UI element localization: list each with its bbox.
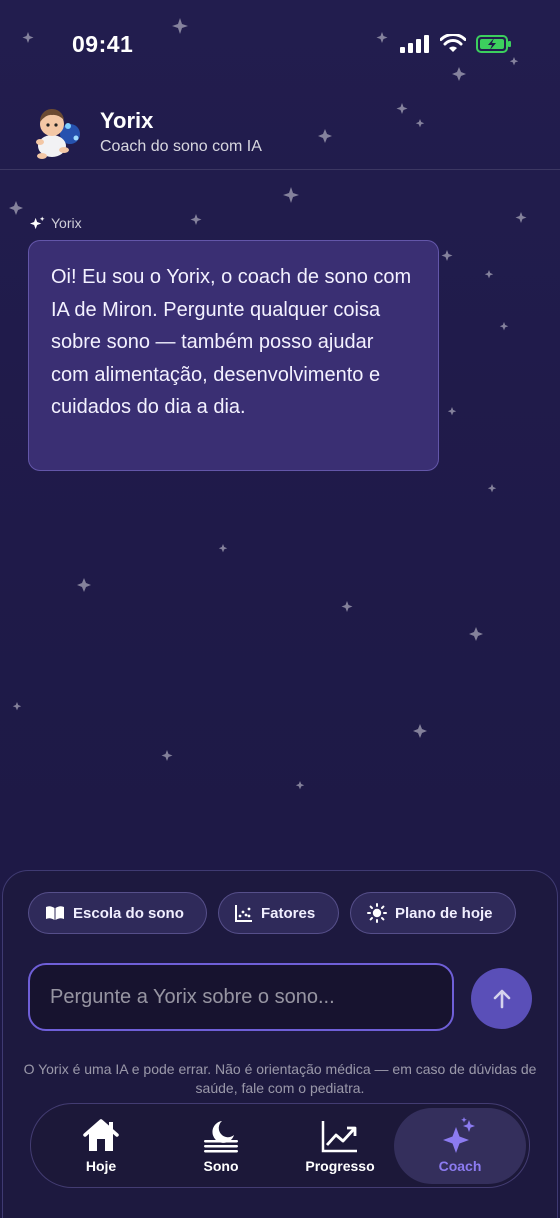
moon-icon (202, 1118, 240, 1154)
wifi-icon (440, 34, 466, 52)
quick-reply-label: Plano de hoje (395, 904, 493, 922)
ai-disclaimer: O Yorix é uma IA e pode errar. Não é ori… (23, 1061, 537, 1096)
message-sender-name: Yorix (51, 215, 82, 231)
quick-reply-fatores[interactable]: Fatores (218, 892, 339, 934)
home-icon (82, 1118, 120, 1154)
tab-progresso[interactable]: Progresso (280, 1104, 400, 1187)
tab-sono[interactable]: Sono (161, 1104, 281, 1187)
chat-input[interactable]: Pergunte a Yorix sobre o sono... (28, 963, 454, 1031)
trend-chart-icon (321, 1118, 359, 1154)
coach-header: Yorix Coach do sono com IA (0, 98, 560, 170)
status-icons (400, 34, 512, 54)
battery-charging-icon (476, 35, 511, 53)
header-subtitle: Coach do sono com IA (100, 138, 262, 155)
tab-label: Progresso (305, 1158, 375, 1174)
quick-reply-label: Escola do sono (73, 904, 184, 922)
send-button[interactable] (471, 968, 532, 1029)
message-bubble: Oi! Eu sou o Yorix, o coach de sono com … (28, 240, 439, 471)
quick-reply-plano-de-hoje[interactable]: Plano de hoje (350, 892, 516, 934)
tab-bar: Hoje Sono Progresso Coach (30, 1103, 530, 1188)
status-time: 09:41 (72, 31, 134, 57)
quick-reply-escola-do-sono[interactable]: Escola do sono (28, 892, 207, 934)
tab-hoje[interactable]: Hoje (41, 1104, 161, 1187)
header-title: Yorix (100, 108, 154, 133)
tab-label: Hoje (85, 1158, 117, 1174)
scatter-chart-icon (235, 905, 252, 922)
avatar (36, 108, 80, 159)
sparkles-icon (442, 1117, 478, 1154)
signal-icon (400, 35, 429, 53)
sun-icon (367, 903, 387, 923)
status-bar: 09:41 (0, 0, 560, 90)
tab-label: Sono (203, 1158, 239, 1174)
tab-label: Coach (438, 1158, 482, 1174)
message-sender: Yorix (30, 215, 82, 231)
tab-coach[interactable]: Coach (394, 1108, 526, 1184)
sparkle-icon (30, 215, 45, 229)
arrow-up-icon (493, 989, 510, 1008)
quick-reply-label: Fatores (261, 904, 316, 922)
book-icon (46, 906, 64, 920)
